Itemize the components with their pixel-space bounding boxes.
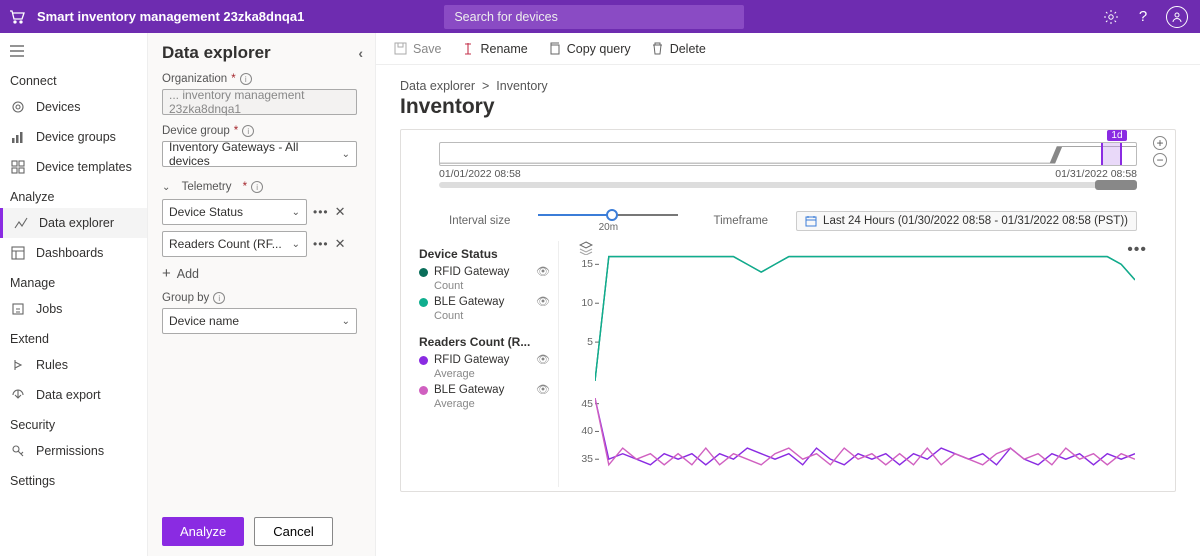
timeline-end: 01/31/2022 08:58 xyxy=(1055,168,1137,180)
search-placeholder: Search for devices xyxy=(454,10,558,24)
delete-button[interactable]: Delete xyxy=(651,42,706,56)
page-title: Inventory xyxy=(376,93,1200,129)
analyze-button[interactable]: Analyze xyxy=(162,517,244,546)
info-icon[interactable]: i xyxy=(240,73,252,85)
sidebar-section-settings: Settings xyxy=(0,466,147,492)
dg-select[interactable]: Inventory Gateways - All devices⌄ xyxy=(162,141,357,167)
collapse-icon[interactable]: ‹ xyxy=(358,45,363,61)
explorer-icon xyxy=(13,215,29,231)
chevron-down-icon: ⌄ xyxy=(292,207,300,218)
telemetry-select-1[interactable]: Device Status⌄ xyxy=(162,199,307,225)
sidebar-section-connect: Connect xyxy=(0,66,147,92)
timeline-scrollbar[interactable] xyxy=(439,182,1137,188)
rules-icon xyxy=(10,357,26,373)
chevron-down-icon: ⌄ xyxy=(342,149,350,160)
info-icon[interactable]: i xyxy=(213,292,225,304)
timeline[interactable]: 1d 01/01/2022 08:58 01/31/2022 08:58 xyxy=(439,142,1137,202)
sidebar-section-security: Security xyxy=(0,410,147,436)
calendar-icon xyxy=(805,215,817,227)
explorer-panel: Data explorer ‹ Organization * i ... inv… xyxy=(148,33,376,556)
devices-icon xyxy=(10,99,26,115)
interval-value: 20m xyxy=(599,222,618,233)
eye-icon[interactable]: 👁 xyxy=(536,383,550,396)
add-telemetry-button[interactable]: +Add xyxy=(162,265,363,282)
help-icon[interactable]: ? xyxy=(1134,8,1152,26)
org-select[interactable]: ... inventory management 23zka8dnqa1 xyxy=(162,89,357,115)
zoom-out-icon[interactable]: − xyxy=(1153,153,1167,167)
templates-icon xyxy=(10,159,26,175)
sidebar-item-permissions[interactable]: Permissions xyxy=(0,436,147,466)
bars-icon xyxy=(10,129,26,145)
legend-item[interactable]: BLE GatewayCount 👁 xyxy=(419,295,550,323)
timeline-badge: 1d xyxy=(1107,130,1126,141)
remove-icon[interactable]: ✕ xyxy=(335,236,346,252)
groupby-select[interactable]: Device name⌄ xyxy=(162,308,357,334)
info-icon[interactable]: i xyxy=(242,125,254,137)
chevron-down-icon: ⌄ xyxy=(292,239,300,250)
key-icon xyxy=(10,443,26,459)
sidebar-section-manage: Manage xyxy=(0,268,147,294)
org-label: Organization * i xyxy=(162,73,363,85)
telemetry-select-2[interactable]: Readers Count (RF...⌄ xyxy=(162,231,307,257)
sidebar-item-jobs[interactable]: Jobs xyxy=(0,294,147,324)
eye-icon[interactable]: 👁 xyxy=(536,265,550,278)
interval-label: Interval size xyxy=(449,215,510,227)
eye-icon[interactable]: 👁 xyxy=(536,353,550,366)
explorer-title: Data explorer ‹ xyxy=(162,43,363,63)
timeline-selection[interactable] xyxy=(1101,143,1122,165)
chart-card: + − 1d 01/01/2022 08:58 01/31/2022 08:58… xyxy=(400,129,1176,492)
sidebar-section-extend: Extend xyxy=(0,324,147,350)
zoom-in-icon[interactable]: + xyxy=(1153,136,1167,150)
zoom-controls[interactable]: + − xyxy=(1153,136,1167,167)
legend: Device Status RFID GatewayCount 👁 BLE Ga… xyxy=(419,241,559,487)
jobs-icon xyxy=(10,301,26,317)
sidebar-section-analyze: Analyze xyxy=(0,182,147,208)
info-icon[interactable]: i xyxy=(251,181,263,193)
cart-icon xyxy=(0,9,33,25)
top-bar: Smart inventory management 23zka8dnqa1 S… xyxy=(0,0,1200,33)
sidebar-item-devices[interactable]: Devices xyxy=(0,92,147,122)
more-icon[interactable]: ••• xyxy=(313,205,329,219)
sidebar-item-device-templates[interactable]: Device templates xyxy=(0,152,147,182)
save-button[interactable]: Save xyxy=(394,42,442,56)
timeline-start: 01/01/2022 08:58 xyxy=(439,168,521,180)
sidebar-item-data-explorer[interactable]: Data explorer xyxy=(0,208,147,238)
chevron-down-icon: ⌄ xyxy=(342,316,350,327)
cancel-button[interactable]: Cancel xyxy=(254,517,332,546)
avatar[interactable] xyxy=(1166,6,1188,28)
content-pane: Save Rename Copy query Delete Data explo… xyxy=(376,33,1200,556)
chart-readers-count: 354045 xyxy=(569,387,1147,487)
export-icon xyxy=(10,387,26,403)
group-label: Group by i xyxy=(162,292,363,304)
hamburger-icon[interactable] xyxy=(0,39,147,66)
sidebar-item-data-export[interactable]: Data export xyxy=(0,380,147,410)
topbar-actions: ? xyxy=(1102,6,1200,28)
gear-icon[interactable] xyxy=(1102,8,1120,26)
sidebar: Connect Devices Device groups Device tem… xyxy=(0,33,148,556)
copy-button[interactable]: Copy query xyxy=(548,42,631,56)
breadcrumb-leaf: Inventory xyxy=(496,79,547,93)
chart-device-status: 51015 xyxy=(569,241,1147,381)
legend-item[interactable]: RFID GatewayCount 👁 xyxy=(419,265,550,293)
app-title: Smart inventory management 23zka8dnqa1 xyxy=(33,9,304,24)
legend-item[interactable]: BLE GatewayAverage 👁 xyxy=(419,383,550,411)
breadcrumb-root[interactable]: Data explorer xyxy=(400,79,475,93)
interval-slider[interactable] xyxy=(538,208,678,222)
dg-label: Device group * i xyxy=(162,125,363,137)
sidebar-item-dashboards[interactable]: Dashboards xyxy=(0,238,147,268)
breadcrumb: Data explorer > Inventory xyxy=(376,65,1200,93)
rename-button[interactable]: Rename xyxy=(462,42,528,56)
search-input[interactable]: Search for devices xyxy=(444,5,744,29)
timeframe-picker[interactable]: Last 24 Hours (01/30/2022 08:58 - 01/31/… xyxy=(796,211,1137,231)
sidebar-item-device-groups[interactable]: Device groups xyxy=(0,122,147,152)
dashboard-icon xyxy=(10,245,26,261)
tel-label: ⌄ Telemetry * i xyxy=(162,181,363,193)
more-icon[interactable]: ••• xyxy=(313,237,329,251)
remove-icon[interactable]: ✕ xyxy=(335,204,346,220)
legend-item[interactable]: RFID GatewayAverage 👁 xyxy=(419,353,550,381)
sidebar-item-rules[interactable]: Rules xyxy=(0,350,147,380)
timeframe-label: Timeframe xyxy=(714,215,769,227)
eye-icon[interactable]: 👁 xyxy=(536,295,550,308)
toolbar: Save Rename Copy query Delete xyxy=(376,33,1200,65)
